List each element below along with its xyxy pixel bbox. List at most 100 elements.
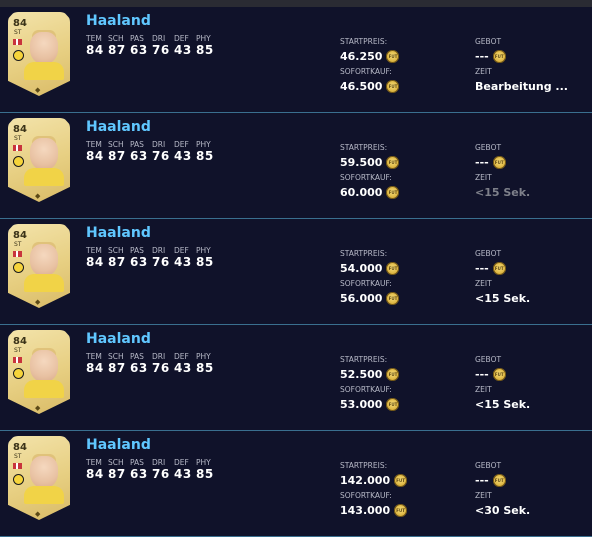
stat-value: 85	[196, 467, 214, 481]
player-card[interactable]: 84 ST ◆	[8, 118, 70, 202]
bid-label: GEBOT	[475, 461, 502, 470]
stat-label: PHY	[196, 458, 211, 467]
stat-label: SCH	[108, 246, 124, 255]
player-card[interactable]: 84 ST ◆	[8, 436, 70, 520]
player-card[interactable]: 84 ST ◆	[8, 12, 70, 96]
coin-icon: FUT	[394, 503, 408, 517]
stat-value: 87	[108, 467, 126, 481]
stat-label: DRI	[152, 246, 166, 255]
club-badge-icon	[13, 262, 24, 273]
player-name[interactable]: Haaland	[86, 437, 151, 453]
coin-icon: FUT	[386, 155, 400, 169]
player-name[interactable]: Haaland	[86, 225, 151, 241]
card-rating: 84	[13, 124, 27, 135]
time-remaining: <30 Sek.	[475, 504, 531, 517]
club-badge-icon	[13, 368, 24, 379]
start-price-value: 59.500 FUT	[340, 155, 400, 170]
bid-label: GEBOT	[475, 249, 502, 258]
stat-value: 87	[108, 149, 126, 163]
start-price-value: 52.500 FUT	[340, 367, 400, 382]
coin-icon: FUT	[492, 49, 506, 63]
coin-icon: FUT	[386, 397, 400, 411]
stat-value: 76	[152, 255, 170, 269]
stat-value: 85	[196, 255, 214, 269]
coin-icon: FUT	[386, 185, 400, 199]
card-position: ST	[14, 135, 22, 142]
coin-icon: FUT	[492, 155, 506, 169]
start-price-label: STARTPREIS:	[340, 37, 388, 46]
flag-icon	[13, 251, 22, 257]
stat-label: SCH	[108, 458, 124, 467]
buy-now-label: SOFORTKAUF:	[340, 67, 392, 76]
buy-now-label: SOFORTKAUF:	[340, 173, 392, 182]
flag-icon	[13, 357, 22, 363]
stat-label: PAS	[130, 458, 144, 467]
coin-icon: FUT	[386, 49, 400, 63]
stat-label: DEF	[174, 352, 189, 361]
player-name[interactable]: Haaland	[86, 119, 151, 135]
stat-label: TEM	[86, 246, 102, 255]
buy-now-value: 143.000 FUT	[340, 503, 408, 518]
coin-icon: FUT	[386, 367, 400, 381]
bid-value: --- FUT	[475, 261, 506, 276]
coin-icon: FUT	[386, 291, 400, 305]
stat-value: 85	[196, 43, 214, 57]
coin-icon: FUT	[492, 261, 506, 275]
chemistry-style-icon: ◆	[35, 192, 41, 200]
stat-value: 63	[130, 255, 148, 269]
stat-label: DRI	[152, 140, 166, 149]
stat-value: 43	[174, 149, 192, 163]
coin-icon: FUT	[394, 473, 408, 487]
stat-label: DEF	[174, 34, 189, 43]
bid-label: GEBOT	[475, 143, 502, 152]
start-price-label: STARTPREIS:	[340, 143, 388, 152]
chemistry-style-icon: ◆	[35, 510, 41, 518]
stat-value: 85	[196, 149, 214, 163]
player-stats: TEM 84 SCH 87 PAS 63 DRI 76 DEF 43 PHY 85	[86, 458, 218, 482]
chemistry-style-icon: ◆	[35, 404, 41, 412]
player-card[interactable]: 84 ST ◆	[8, 224, 70, 308]
stat-label: SCH	[108, 352, 124, 361]
bid-value: --- FUT	[475, 367, 506, 382]
time-remaining: Bearbeitung ...	[475, 80, 568, 93]
stat-label: TEM	[86, 34, 102, 43]
chemistry-style-icon: ◆	[35, 298, 41, 306]
card-position: ST	[14, 453, 22, 460]
club-badge-icon	[13, 50, 24, 61]
stat-label: SCH	[108, 140, 124, 149]
time-label: ZEIT	[475, 279, 492, 288]
stat-label: DRI	[152, 352, 166, 361]
card-rating: 84	[13, 18, 27, 29]
time-remaining: <15 Sek.	[475, 398, 531, 411]
flag-icon	[13, 463, 22, 469]
stat-label: DRI	[152, 458, 166, 467]
flag-icon	[13, 145, 22, 151]
list-item[interactable]: 84 ST ◆ Haaland TEM 84 SCH 87 PAS 63 DRI 76 …	[0, 219, 592, 325]
player-shirt	[24, 168, 64, 186]
list-item[interactable]: 84 ST ◆ Haaland TEM 84 SCH 87 PAS 63 DRI 76 …	[0, 7, 592, 113]
stat-value: 43	[174, 43, 192, 57]
start-price-label: STARTPREIS:	[340, 461, 388, 470]
stat-label: PHY	[196, 34, 211, 43]
buy-now-label: SOFORTKAUF:	[340, 385, 392, 394]
stat-value: 87	[108, 43, 126, 57]
list-item[interactable]: 84 ST ◆ Haaland TEM 84 SCH 87 PAS 63 DRI 76 …	[0, 431, 592, 537]
player-name[interactable]: Haaland	[86, 331, 151, 347]
player-name[interactable]: Haaland	[86, 13, 151, 29]
stat-value: 63	[130, 467, 148, 481]
player-card[interactable]: 84 ST ◆	[8, 330, 70, 414]
stat-value: 63	[130, 43, 148, 57]
stat-label: DEF	[174, 458, 189, 467]
stat-label: SCH	[108, 34, 124, 43]
player-shirt	[24, 62, 64, 80]
player-face	[30, 456, 58, 488]
list-item[interactable]: 84 ST ◆ Haaland TEM 84 SCH 87 PAS 63 DRI 76 …	[0, 113, 592, 219]
stat-value: 87	[108, 255, 126, 269]
list-item[interactable]: 84 ST ◆ Haaland TEM 84 SCH 87 PAS 63 DRI 76 …	[0, 325, 592, 431]
time-label: ZEIT	[475, 173, 492, 182]
stat-value: 76	[152, 361, 170, 375]
stat-label: DRI	[152, 34, 166, 43]
stat-label: TEM	[86, 458, 102, 467]
buy-now-label: SOFORTKAUF:	[340, 279, 392, 288]
start-price-value: 46.250 FUT	[340, 49, 400, 64]
